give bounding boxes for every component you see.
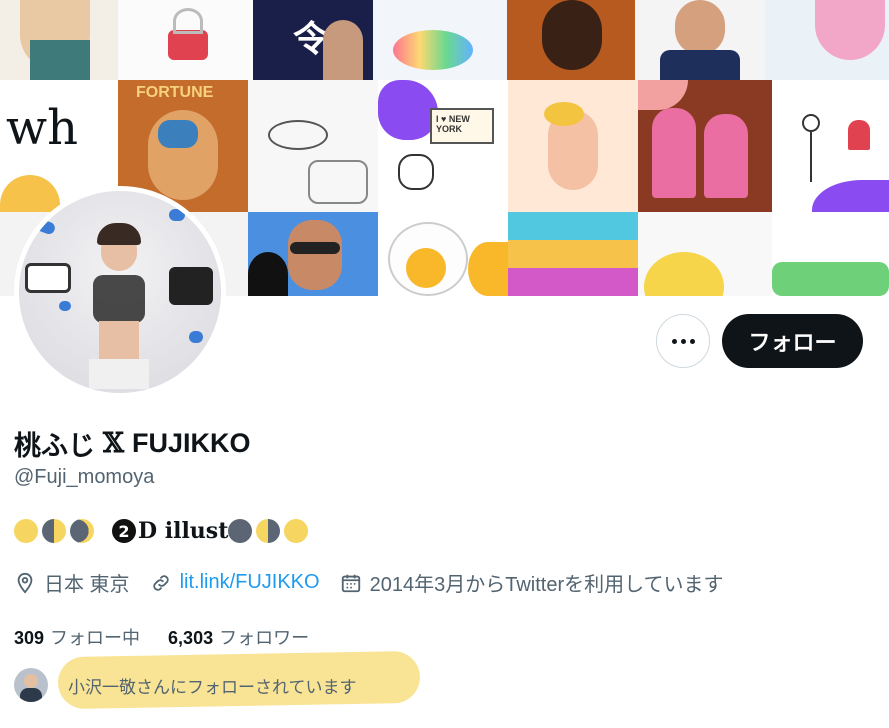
full-moon-icon (14, 519, 38, 543)
followed-by-text: 小沢一敬さんにフォローされています (68, 677, 357, 697)
display-name-en: FUJIKKO (131, 428, 251, 458)
following-label: フォロー中 (50, 628, 141, 648)
display-name-jp: 桃ふじ (14, 431, 95, 461)
display-name: 桃ふじ 𝕏 FUJIKKO (14, 424, 250, 463)
link-icon (152, 574, 169, 591)
x-mark-icon: 𝕏 (103, 428, 124, 459)
followed-by-row[interactable]: 小沢一敬さんにフォローされています (14, 668, 357, 702)
banner-tile-stick (772, 80, 889, 212)
banner-tile-newyork: I ♥ NEW YORK (378, 80, 508, 212)
banner-tile-portrait (507, 0, 635, 80)
calendar-icon (341, 574, 360, 592)
joined-text: 2014年3月からTwitterを利用しています (369, 574, 724, 596)
banner-tile-ring (508, 80, 638, 212)
banner-tile-eyes (508, 212, 638, 296)
following-count: 309 (14, 628, 45, 648)
followers-count: 6,303 (168, 628, 214, 648)
number-two-icon: 2 (112, 519, 136, 543)
banner-tile-rei: 令 (253, 0, 373, 80)
banner-tile-ukiyoe (0, 0, 118, 80)
follower-avatar[interactable] (14, 668, 48, 702)
banner-tile-girl (765, 0, 889, 80)
banner-tile-egg (378, 212, 508, 296)
banner-tile-love (248, 80, 378, 212)
banner-tile-sleep (772, 212, 889, 296)
banner-tile-smiley (638, 212, 772, 296)
location-text: 日本 東京 (44, 574, 130, 596)
last-quarter-moon-icon (256, 519, 281, 543)
more-dot-icon (671, 338, 677, 344)
profile-bio: 2 D illust (14, 518, 312, 544)
user-handle: @Fuji_momoya (14, 466, 155, 488)
more-dot-icon (680, 338, 686, 344)
follow-button[interactable]: フォロー (722, 314, 863, 368)
joined-item: 2014年3月からTwitterを利用しています (340, 568, 724, 597)
more-dot-icon (689, 338, 695, 344)
profile-avatar[interactable] (14, 186, 226, 398)
avatar-image (19, 191, 221, 393)
location-item: 日本 東京 (14, 568, 130, 597)
banner-tile-sunglasses (248, 212, 378, 296)
full-moon-icon (284, 519, 309, 543)
following-stat[interactable]: 309 フォロー中 (14, 624, 140, 650)
follow-stats: 309 フォロー中 6,303 フォロワー (14, 624, 337, 650)
bio-text: D illust (138, 518, 229, 544)
banner-tile-dancer (373, 0, 507, 80)
banner-tile-man (635, 0, 765, 80)
new-moon-icon (228, 519, 253, 543)
profile-meta: 日本 東京 lit.link/FUJIKKO 2014年3月からTwitterを… (14, 568, 744, 597)
first-quarter-moon-icon (42, 519, 66, 543)
banner-tile-sofa (638, 80, 772, 212)
followers-label: フォロワー (219, 628, 310, 648)
banner-tile-bag (118, 0, 253, 80)
followers-stat[interactable]: 6,303 フォロワー (168, 624, 309, 650)
location-pin-icon (17, 572, 33, 594)
link-item[interactable]: lit.link/FUJIKKO (150, 571, 320, 594)
profile-link[interactable]: lit.link/FUJIKKO (180, 571, 320, 594)
more-options-button[interactable] (656, 314, 710, 368)
waxing-crescent-moon-icon (70, 519, 94, 543)
